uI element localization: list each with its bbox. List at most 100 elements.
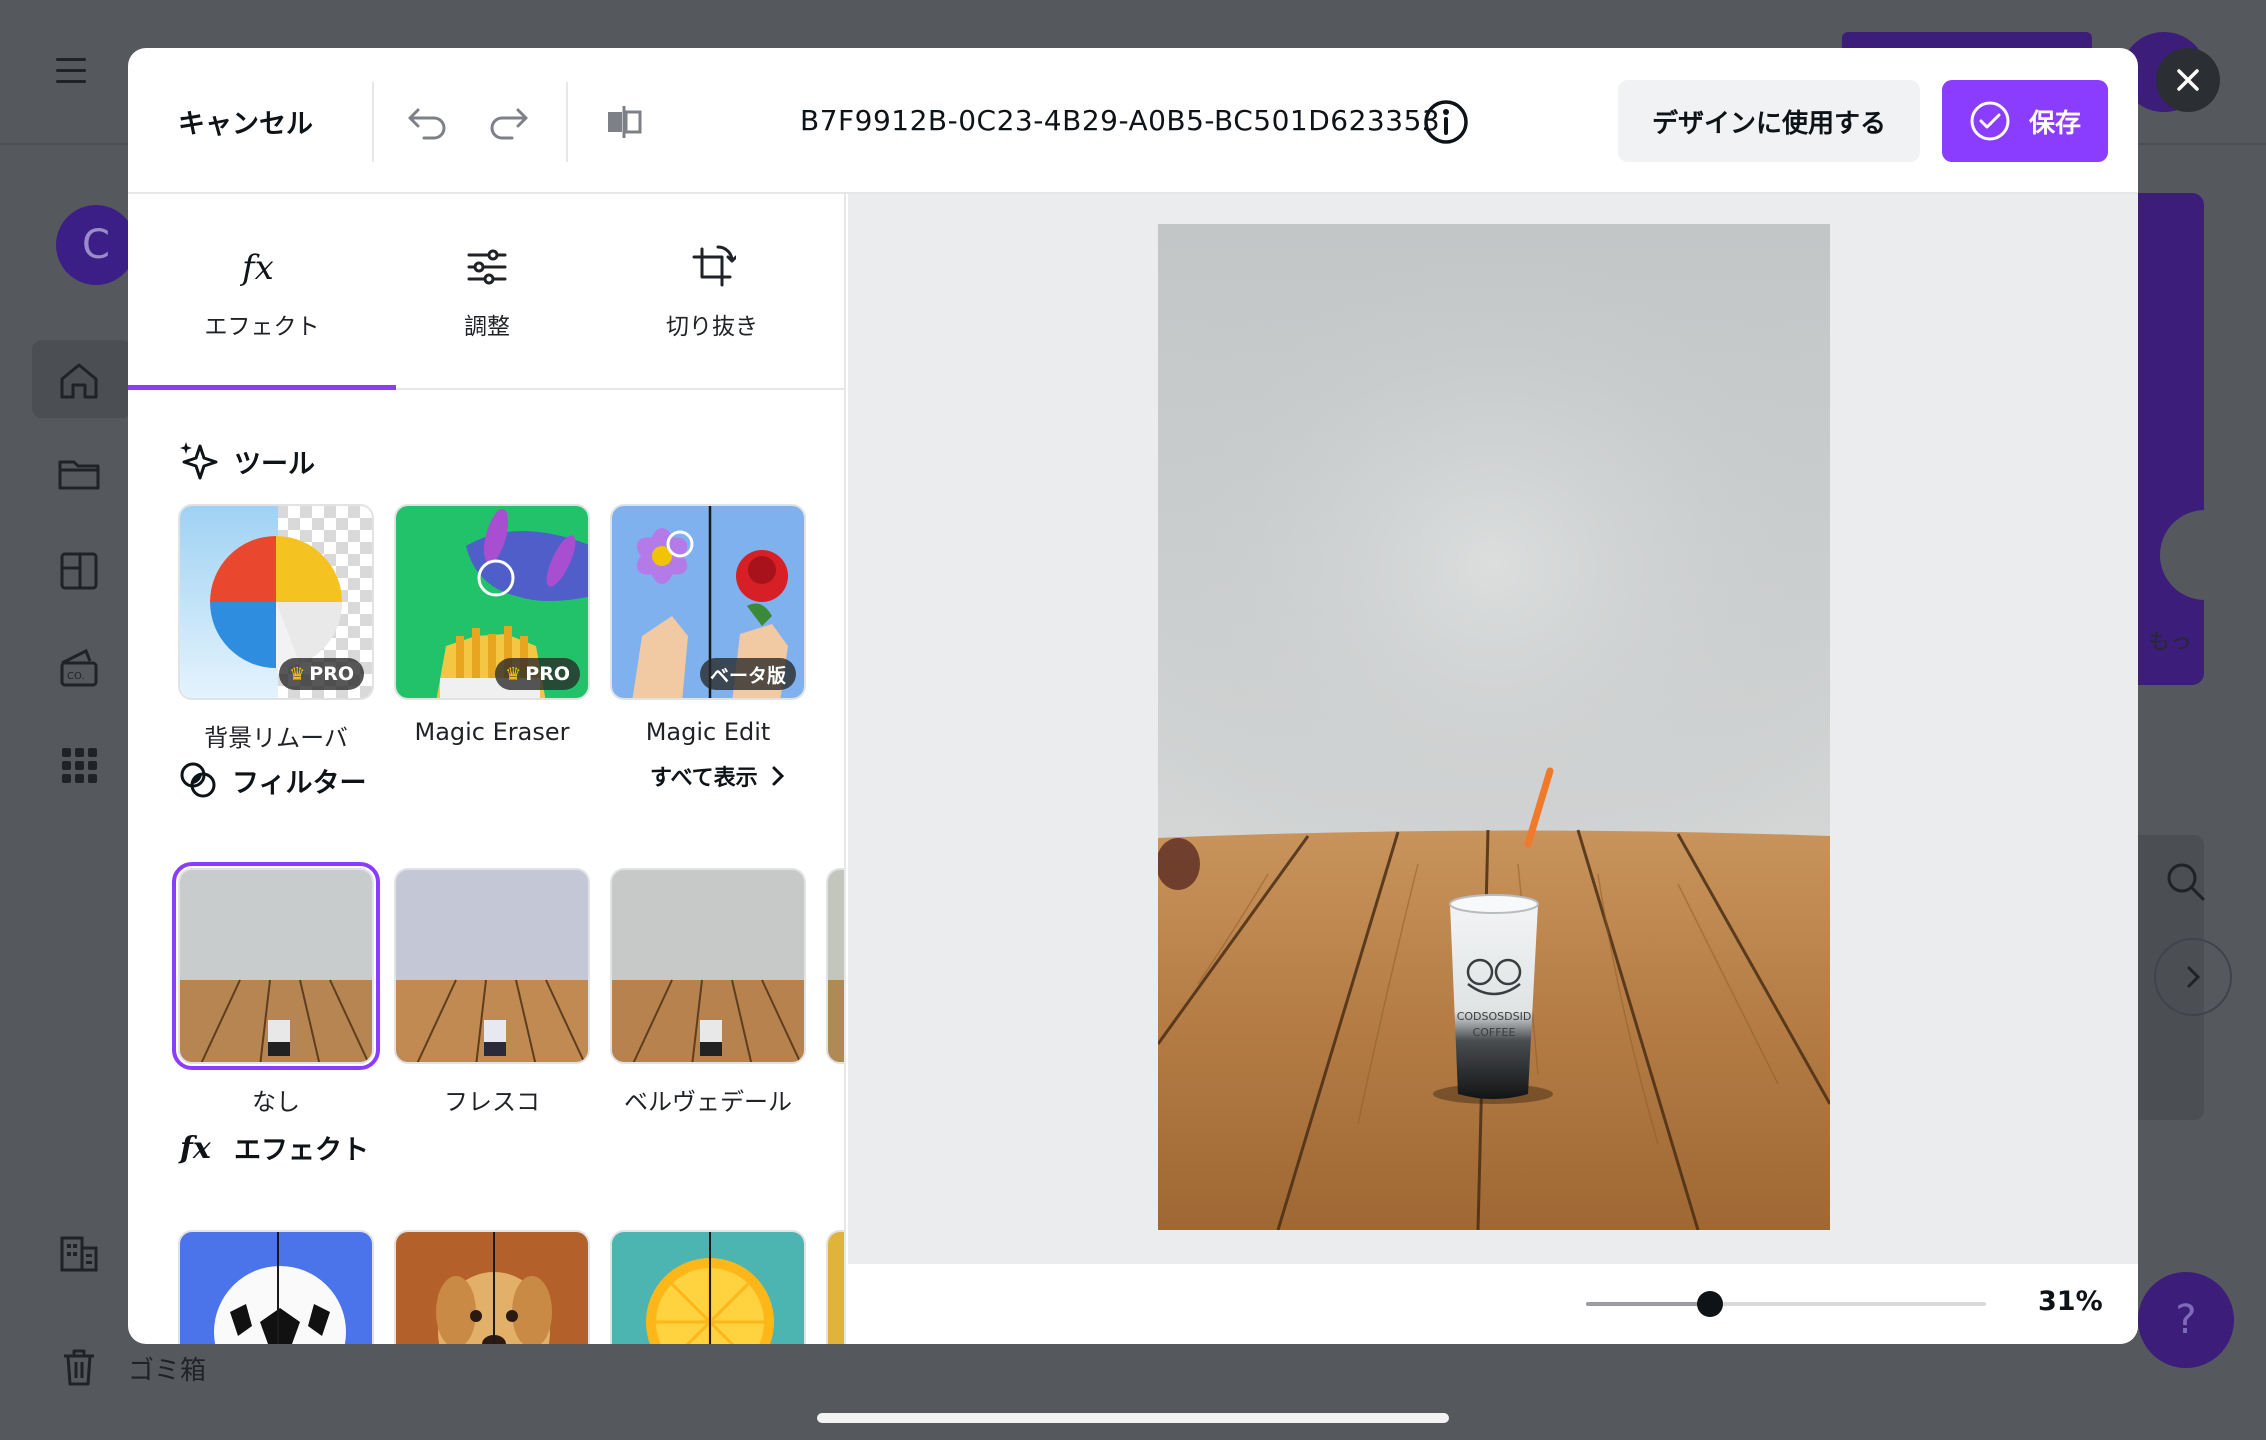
- fx-icon: fx: [238, 243, 286, 291]
- crop-icon: [688, 243, 736, 291]
- filter-label: なし: [252, 1088, 300, 1116]
- coffee-table-photo: CODSOSDSID COFFEE: [1158, 224, 1830, 1230]
- preview-photo[interactable]: CODSOSDSID COFFEE: [1158, 224, 1830, 1230]
- cancel-button[interactable]: キャンセル: [178, 102, 313, 141]
- templates-icon[interactable]: [56, 548, 102, 594]
- tool-background-remover[interactable]: ♛ PRO: [178, 504, 374, 700]
- effect-tile[interactable]: [826, 1230, 844, 1344]
- effects-title: エフェクト: [234, 1134, 369, 1166]
- tools-section-title: ツール: [178, 440, 315, 482]
- pro-badge-label: PRO: [525, 663, 570, 685]
- tab-crop[interactable]: 切り抜き: [578, 194, 844, 390]
- edit-tabs: fx エフェクト 調整 切り抜き: [128, 194, 844, 390]
- filter-belvedere[interactable]: [610, 868, 806, 1064]
- effect-tile[interactable]: [178, 1230, 374, 1344]
- effect-soccer-thumbnail: [180, 1232, 372, 1344]
- svg-text:COFFEE: COFFEE: [1473, 1026, 1516, 1039]
- tab-adjust-label: 調整: [464, 314, 510, 340]
- see-all-label: すべて表示: [650, 766, 758, 791]
- pro-badge: ♛ PRO: [495, 658, 580, 690]
- search-icon[interactable]: [2162, 858, 2208, 904]
- zoom-percentage: 31%: [2038, 1286, 2103, 1317]
- filter-fresco-thumbnail: [396, 870, 588, 1062]
- home-icon[interactable]: [56, 357, 102, 403]
- redo-button[interactable]: [480, 94, 536, 150]
- use-in-design-button[interactable]: デザインに使用する: [1618, 80, 1920, 162]
- check-circle-icon: [1970, 101, 2010, 141]
- filter-belvedere-thumbnail: [612, 870, 804, 1062]
- zoom-slider-fill: [1586, 1302, 1710, 1306]
- see-all-filters-link[interactable]: すべて表示: [650, 760, 786, 792]
- save-button[interactable]: 保存: [1942, 80, 2108, 162]
- edit-options-panel: fx エフェクト 調整 切り抜き ツール ♛ PRO 背景リムーバ ♛ PRO …: [128, 194, 846, 1344]
- beta-badge: ベータ版: [699, 658, 796, 690]
- tool-label: Magic Edit: [645, 718, 771, 746]
- filter-label: フレスコ: [444, 1088, 540, 1116]
- save-label: 保存: [2028, 108, 2081, 139]
- undo-button[interactable]: [400, 94, 456, 150]
- filters-section-title: フィルター: [178, 760, 366, 800]
- filter-none-thumbnail: [180, 870, 372, 1062]
- effect-tile[interactable]: [394, 1230, 590, 1344]
- tool-label: Magic Eraser: [414, 718, 570, 746]
- pro-badge: ♛ PRO: [279, 658, 364, 690]
- filter-icon: [180, 762, 216, 798]
- effect-dog-thumbnail: [396, 1232, 588, 1344]
- pro-badge-label: PRO: [309, 663, 354, 685]
- header-divider: [566, 82, 568, 162]
- close-icon: [2177, 69, 2199, 91]
- brand-kit-icon[interactable]: CO.: [56, 645, 102, 691]
- trash-label[interactable]: ゴミ箱: [128, 1350, 206, 1387]
- effect-partial-thumbnail: [828, 1232, 844, 1344]
- effect-orange-thumbnail: [612, 1232, 804, 1344]
- background-promo-panel: [2132, 193, 2204, 685]
- filter-fresco[interactable]: [394, 868, 590, 1064]
- svg-text:CODSOSDSID: CODSOSDSID: [1457, 1010, 1532, 1023]
- tool-magic-edit[interactable]: ベータ版: [610, 504, 806, 700]
- team-avatar-letter: C: [82, 222, 110, 268]
- effects-section-title: fx エフェクト: [178, 1126, 369, 1168]
- zoom-slider-handle[interactable]: [1697, 1291, 1723, 1317]
- svg-text:fx: fx: [239, 248, 274, 288]
- file-name: B7F9912B-0C23-4B29-A0B5-BC501D623353: [800, 104, 1441, 137]
- folder-icon[interactable]: [56, 450, 102, 496]
- help-button[interactable]: ?: [2138, 1272, 2234, 1368]
- filter-partial-thumbnail: [828, 870, 844, 1062]
- svg-text:fx: fx: [178, 1131, 212, 1166]
- active-tab-indicator: [128, 385, 396, 390]
- editor-header: キャンセル B7F9912B-0C23-4B29-A0B5-BC501D6233…: [128, 48, 2138, 194]
- chevron-right-icon: [2187, 966, 2201, 988]
- image-edit-modal: キャンセル B7F9912B-0C23-4B29-A0B5-BC501D6233…: [128, 48, 2138, 1344]
- carousel-next-button[interactable]: [2154, 938, 2232, 1016]
- menu-icon[interactable]: [56, 58, 86, 84]
- svg-text:CO.: CO.: [67, 671, 85, 682]
- tool-label: 背景リムーバ: [204, 724, 348, 752]
- info-icon[interactable]: [1420, 96, 1472, 148]
- close-button[interactable]: [2156, 48, 2220, 112]
- help-label: ?: [2175, 1297, 2197, 1343]
- tab-effects-label: エフェクト: [204, 314, 320, 340]
- tab-crop-label: 切り抜き: [666, 314, 758, 340]
- compare-button[interactable]: [596, 94, 652, 150]
- apps-grid-icon[interactable]: [56, 742, 102, 788]
- filter-label: ベルヴェデール: [624, 1088, 792, 1116]
- effect-tile[interactable]: [610, 1230, 806, 1344]
- filters-title: フィルター: [232, 767, 367, 799]
- filter-none[interactable]: [172, 862, 380, 1070]
- sliders-icon: [463, 243, 511, 291]
- zoom-slider[interactable]: [1586, 1291, 1986, 1317]
- team-avatar[interactable]: C: [56, 205, 136, 285]
- beta-badge-label: ベータ版: [709, 664, 786, 687]
- crown-icon: ♛: [289, 663, 306, 685]
- fx-icon: fx: [178, 1131, 212, 1166]
- tool-magic-eraser[interactable]: ♛ PRO: [394, 504, 590, 700]
- filter-partial[interactable]: [826, 868, 844, 1064]
- tools-title: ツール: [234, 448, 315, 480]
- team-building-icon[interactable]: [56, 1230, 102, 1276]
- zoom-footer: 31%: [848, 1264, 2138, 1344]
- background-more-text: もっ: [2148, 630, 2193, 655]
- chevron-right-icon: [772, 766, 784, 786]
- header-divider: [372, 82, 374, 162]
- crown-icon: ♛: [505, 663, 522, 685]
- trash-icon[interactable]: [56, 1344, 102, 1390]
